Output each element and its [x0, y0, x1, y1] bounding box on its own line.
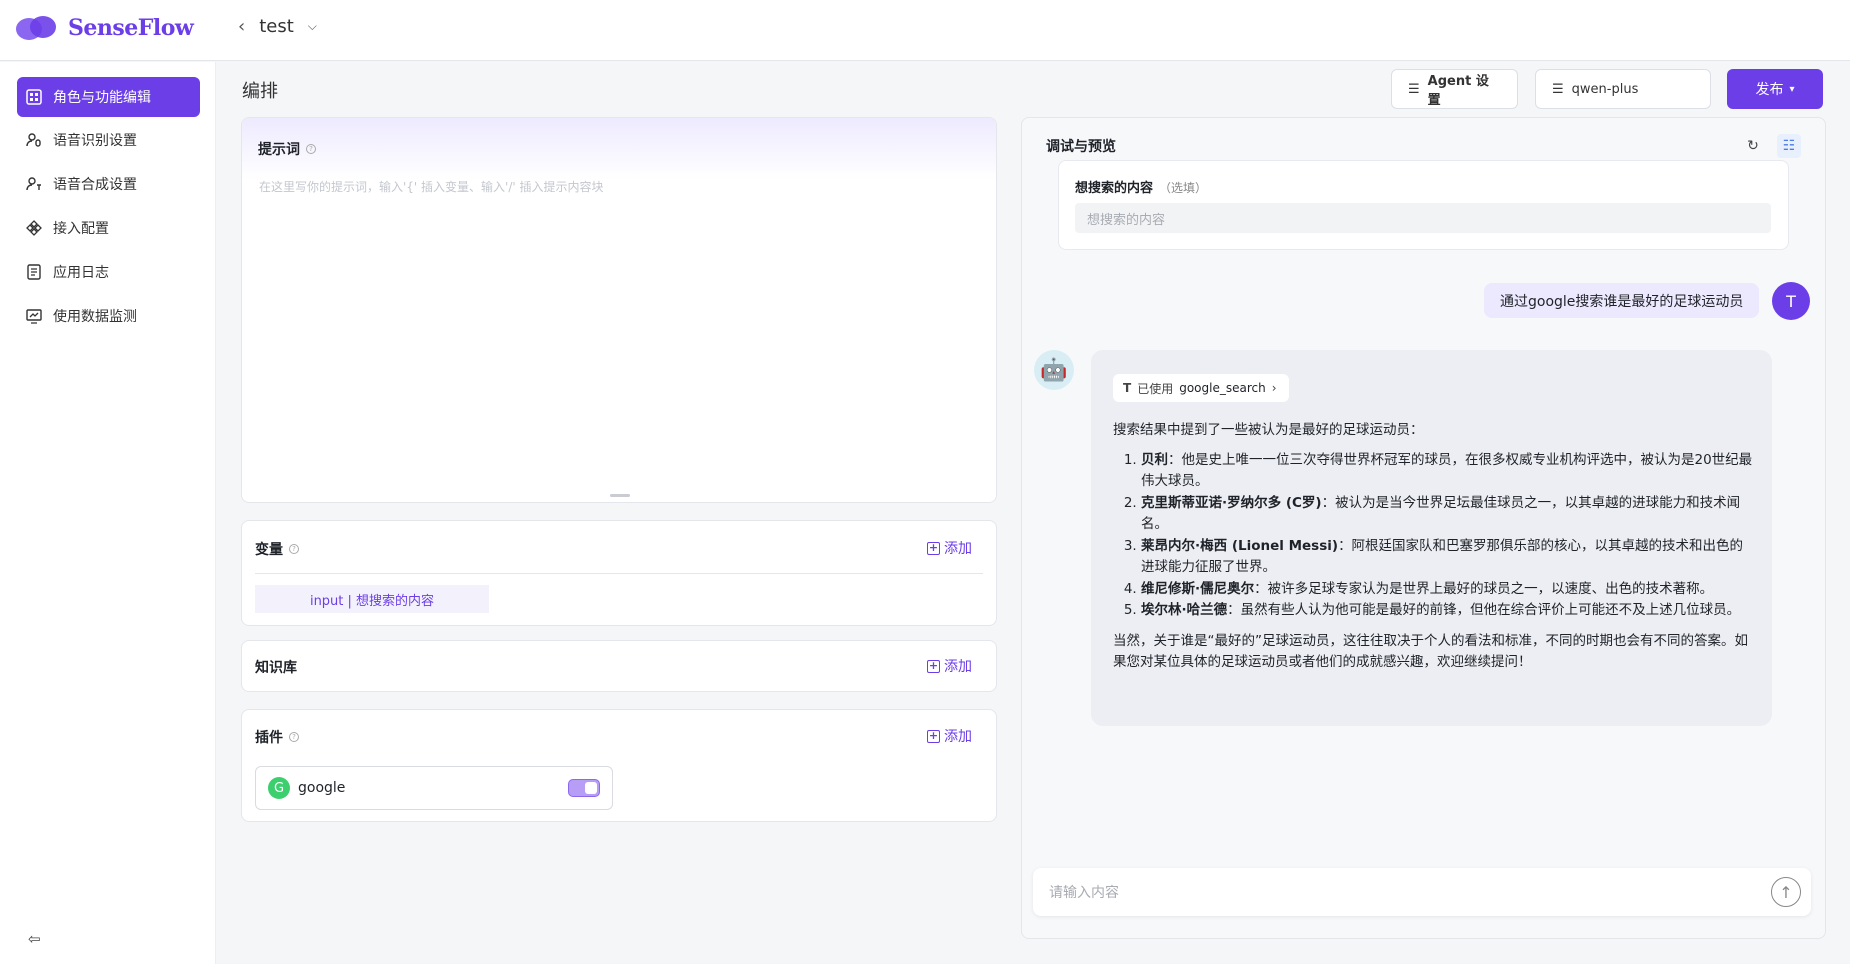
list-item: 维尼修斯·儒尼奥尔：被许多足球专家认为是世界上最好的球员之一，以速度、出色的技术…	[1141, 579, 1753, 601]
speech-recognition-icon	[25, 131, 43, 149]
resize-handle[interactable]	[610, 494, 630, 497]
info-icon[interactable]: ?	[289, 544, 299, 554]
sidebar: 角色与功能编辑 语音识别设置 语音合成设置 接入配置 应用日志 使用数据监测	[0, 62, 216, 964]
logout-icon[interactable]: ⇦	[28, 930, 41, 948]
prompt-card: 提示词 ? 在这里写你的提示词，输入'{' 插入变量、输入'/' 插入提示内容块	[241, 117, 997, 503]
sidebar-item-monitor[interactable]: 使用数据监测	[17, 296, 200, 336]
search-content-input[interactable]: 想搜索的内容	[1075, 203, 1771, 233]
form-label: 想搜索的内容 （选填）	[1075, 181, 1208, 196]
sidebar-item-label: 角色与功能编辑	[53, 90, 151, 106]
prompt-title: 提示词	[258, 142, 300, 158]
sidebar-item-role-edit[interactable]: 角色与功能编辑	[17, 77, 200, 117]
list-item: 埃尔林·哈兰德：虽然有些人认为他可能是最好的前锋，但他在综合评价上可能还不及上述…	[1141, 600, 1753, 622]
app-logo[interactable]: SenseFlow	[16, 14, 194, 42]
divider	[255, 573, 983, 574]
knowledge-title: 知识库	[255, 660, 297, 676]
answer-text: 搜索结果中提到了一些被认为是最好的足球运动员： 贝利：他是史上唯一一位三次夺得世…	[1113, 420, 1753, 674]
list-item: 贝利：他是史上唯一一位三次夺得世界杯冠军的球员，在很多权威专业机构评选中，被认为…	[1141, 450, 1753, 493]
knowledge-card: 知识库 + 添加	[241, 640, 997, 692]
sidebar-item-logs[interactable]: 应用日志	[17, 252, 200, 292]
chevron-down-icon: ▾	[1789, 83, 1795, 95]
sidebar-item-label: 应用日志	[53, 265, 109, 281]
plugins-card: 插件 ? + 添加 G google	[241, 709, 997, 822]
sidebar-item-label: 使用数据监测	[53, 309, 137, 325]
variables-card: 变量 ? + 添加 input | 想搜索的内容	[241, 520, 997, 626]
sidebar-item-tts[interactable]: 语音合成设置	[17, 164, 200, 204]
agent-settings-button[interactable]: ☰ Agent 设置	[1391, 69, 1518, 109]
prompt-textarea[interactable]: 在这里写你的提示词，输入'{' 插入变量、输入'/' 插入提示内容块	[259, 178, 604, 195]
chat-input[interactable]: 请输入内容 ↑	[1033, 868, 1811, 916]
plugin-name: google	[298, 780, 346, 796]
tool-icon: T	[1123, 381, 1132, 395]
preview-toolbar: ↻ ☷	[1741, 134, 1801, 158]
send-icon[interactable]: ↑	[1771, 877, 1801, 907]
log-icon	[25, 263, 43, 281]
add-knowledge-button[interactable]: + 添加	[927, 656, 972, 676]
breadcrumb[interactable]: ‹ test ⌵	[238, 16, 317, 37]
page-title: 编排	[242, 81, 278, 102]
app-title: test	[259, 16, 294, 37]
variables-title: 变量 ?	[255, 539, 299, 559]
tool-used-pill[interactable]: T 已使用 google_search ›	[1113, 374, 1289, 402]
chevron-down-icon[interactable]: ⌵	[308, 19, 317, 34]
sidebar-item-asr[interactable]: 语音识别设置	[17, 120, 200, 160]
plugins-title: 插件 ?	[255, 727, 299, 747]
sidebar-item-label: 接入配置	[53, 221, 109, 237]
google-plugin-icon: G	[268, 777, 290, 799]
logo-text: SenseFlow	[68, 15, 194, 41]
layout-icon	[25, 88, 43, 106]
back-icon[interactable]: ‹	[238, 16, 245, 37]
prompt-header: 提示词 ?	[242, 118, 996, 180]
list-item: 克里斯蒂亚诺·罗纳尔多 (C罗)：被认为是当今世界足坛最佳球员之一，以其卓越的进…	[1141, 493, 1753, 536]
add-plugin-button[interactable]: + 添加	[927, 726, 972, 746]
plus-icon: +	[927, 540, 940, 555]
model-selector[interactable]: ☰ qwen-plus	[1535, 69, 1711, 109]
sidebar-item-integration[interactable]: 接入配置	[17, 208, 200, 248]
add-variable-button[interactable]: + 添加	[927, 538, 972, 558]
info-icon[interactable]: ?	[289, 732, 299, 742]
user-avatar: T	[1772, 282, 1810, 320]
sidebar-item-label: 语音识别设置	[53, 133, 137, 149]
plugin-toggle[interactable]	[568, 779, 600, 797]
variable-tag[interactable]: input | 想搜索的内容	[255, 585, 489, 613]
user-message: 通过google搜索谁是最好的足球运动员	[1484, 283, 1760, 318]
logo-icon	[16, 14, 62, 42]
answer-list: 贝利：他是史上唯一一位三次夺得世界杯冠军的球员，在很多权威专业机构评选中，被认为…	[1113, 450, 1753, 622]
speech-synthesis-icon	[25, 175, 43, 193]
info-icon[interactable]: ?	[306, 144, 316, 154]
list-item: 莱昂内尔·梅西 (Lionel Messi)：阿根廷国家队和巴塞罗那俱乐部的核心…	[1141, 536, 1753, 579]
integration-icon	[25, 219, 43, 237]
chevron-right-icon: ›	[1271, 381, 1277, 395]
preview-title: 调试与预览	[1046, 139, 1116, 155]
variables-toggle-icon[interactable]: ☷	[1777, 134, 1801, 158]
bot-avatar: 🤖	[1034, 350, 1074, 390]
plugin-item[interactable]: G google	[255, 766, 613, 810]
publish-button[interactable]: 发布 ▾	[1727, 69, 1823, 109]
refresh-icon[interactable]: ↻	[1741, 134, 1765, 158]
monitor-icon	[25, 307, 43, 325]
sliders-icon: ☰	[1408, 81, 1420, 97]
sidebar-item-label: 语音合成设置	[53, 177, 137, 193]
plus-icon: +	[927, 658, 940, 673]
sliders-icon: ☰	[1552, 81, 1564, 97]
bot-message: T 已使用 google_search › 搜索结果中提到了一些被认为是最好的足…	[1091, 350, 1772, 726]
plus-icon: +	[927, 728, 940, 743]
variable-form: 想搜索的内容 （选填） 想搜索的内容	[1058, 160, 1789, 250]
